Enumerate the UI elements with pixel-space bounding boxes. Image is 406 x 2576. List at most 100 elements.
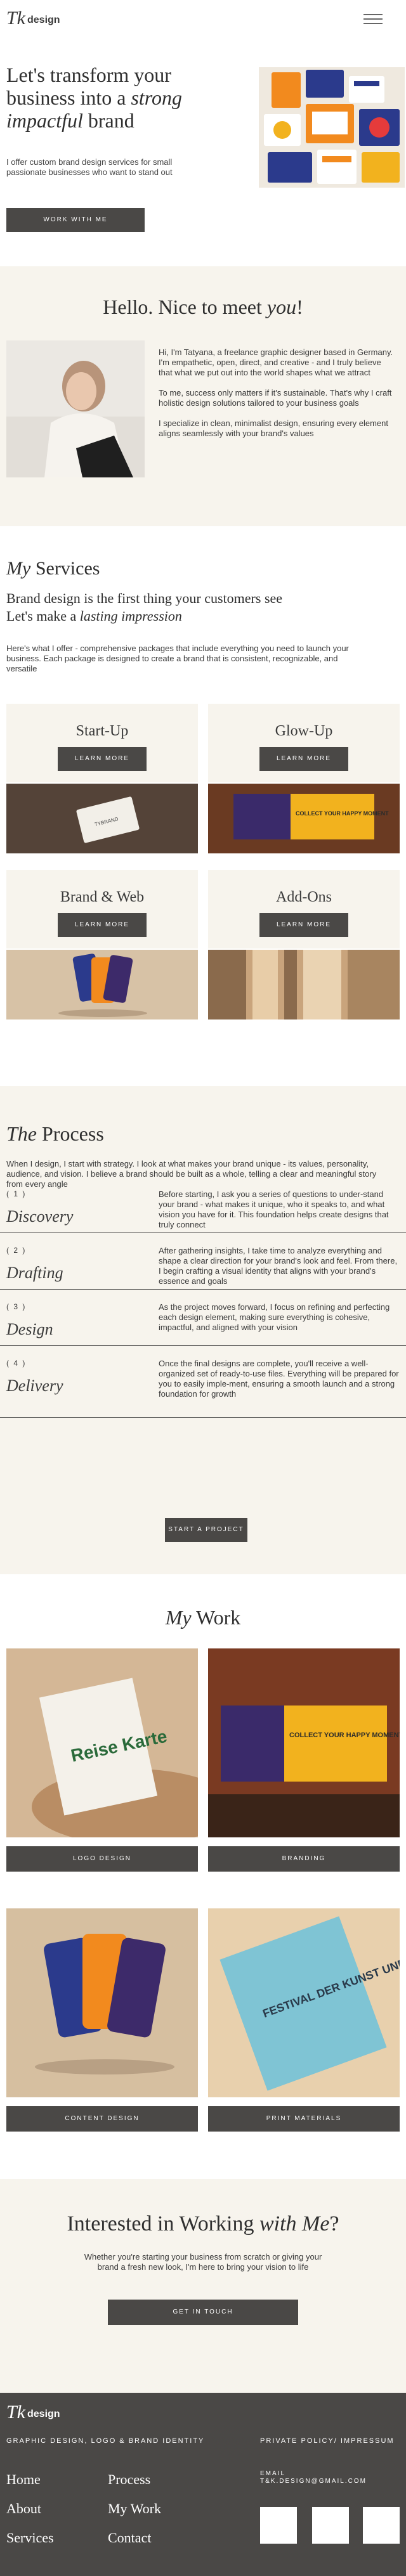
- site-footer: Tk design Graphic design, logo & brand i…: [0, 2393, 406, 2576]
- footer-nav-about[interactable]: About: [6, 2501, 41, 2517]
- phone-mockup-image: [6, 950, 198, 1019]
- step-description: Once the final designs are complete, you…: [159, 1359, 399, 1399]
- hero-title: Let's transform your business into a str…: [6, 63, 235, 132]
- footer-nav-process[interactable]: Process: [108, 2471, 150, 2488]
- services-subtitle-part: Let's make a: [6, 608, 80, 624]
- service-card-add-ons: Add-Ons Learn more: [208, 870, 400, 948]
- work-with-me-button[interactable]: Work with me: [6, 208, 145, 232]
- step-number: ( 1 ): [6, 1189, 27, 1198]
- hero-title-part: brand: [82, 109, 134, 132]
- step-divider: [0, 1289, 406, 1290]
- about-section: Hello. Nice to meet you! Hi, I'm Tatyana…: [0, 266, 406, 526]
- contact-title-part: Interested in Working: [67, 2212, 259, 2236]
- services-title-emphasis: My: [6, 558, 31, 579]
- work-title-emphasis: My: [165, 1606, 192, 1629]
- footer-logo[interactable]: Tk design: [6, 2403, 60, 2422]
- about-title-part: Hello. Nice to meet: [103, 295, 267, 318]
- print-materials-button[interactable]: Print materials: [208, 2106, 400, 2132]
- step-number: ( 3 ): [6, 1302, 27, 1311]
- logo-word: design: [27, 15, 60, 25]
- shadow-interior-image: [208, 950, 400, 1019]
- business-card-mockup-image: TYBRAND: [6, 784, 198, 853]
- step-description: Before starting, I ask you a series of q…: [159, 1189, 389, 1229]
- email-link[interactable]: t&k.design@gmail.com: [260, 2478, 367, 2485]
- branding-button[interactable]: Branding: [208, 1846, 400, 1872]
- branding-image[interactable]: COLLECT YOUR HAPPY MOMENT: [208, 1648, 400, 1837]
- content-design-image[interactable]: [6, 1908, 198, 2097]
- step-number: ( 4 ): [6, 1359, 27, 1368]
- service-title: Start-Up: [75, 723, 129, 739]
- services-subtitle-emphasis: lasting impression: [79, 608, 182, 624]
- about-title-part: !: [296, 295, 303, 318]
- service-title: Add-Ons: [276, 889, 332, 905]
- services-title-part: Services: [30, 558, 100, 579]
- step-description: After gathering insights, I take time to…: [159, 1246, 398, 1286]
- about-text: Hi, I'm Tatyana, a freelance graphic des…: [159, 347, 396, 449]
- service-card-start-up: Start-Up Learn more: [6, 704, 198, 782]
- step-divider: [0, 1345, 406, 1346]
- step-description: As the project moves forward, I focus on…: [159, 1302, 390, 1332]
- step-name: Design: [6, 1320, 53, 1338]
- pinterest-icon[interactable]: [312, 2507, 349, 2544]
- service-card-glow-up: Glow-Up Learn more: [208, 704, 400, 782]
- print-materials-image[interactable]: FESTIVAL DER KUNST UND KULTUR: [208, 1908, 400, 2097]
- service-card-brand-web: Brand & Web Learn more: [6, 870, 198, 948]
- services-title: My Services: [6, 558, 100, 579]
- footer-nav-home[interactable]: Home: [6, 2471, 41, 2488]
- step-name: Drafting: [6, 1264, 63, 1282]
- process-title-part: Process: [37, 1122, 104, 1145]
- content-design-button[interactable]: Content design: [6, 2106, 198, 2132]
- site-logo[interactable]: Tk design: [6, 5, 60, 28]
- about-paragraph: I specialize in clean, minimalist design…: [159, 418, 389, 438]
- footer-nav-services[interactable]: Services: [6, 2530, 54, 2546]
- logo-word: design: [27, 2409, 60, 2419]
- about-paragraph: Hi, I'm Tatyana, a freelance graphic des…: [159, 347, 393, 377]
- about-paragraph: To me, success only matters if it's sust…: [159, 388, 392, 408]
- email-label: Email: [260, 2470, 286, 2477]
- mockup-banner-text: COLLECT YOUR HAPPY MOMENT: [296, 810, 389, 817]
- logo-design-image[interactable]: Reise Karte: [6, 1648, 198, 1837]
- get-in-touch-button[interactable]: Get in touch: [108, 2300, 298, 2325]
- service-title: Brand & Web: [60, 889, 145, 905]
- footer-nav-contact[interactable]: Contact: [108, 2530, 151, 2546]
- step-name: Delivery: [6, 1376, 63, 1395]
- learn-more-button[interactable]: Learn more: [259, 747, 348, 771]
- hero-description: I offer custom brand design services for…: [6, 157, 173, 177]
- about-title: Hello. Nice to meet you!: [0, 295, 406, 319]
- step-divider: [0, 1417, 406, 1418]
- services-subtitle: Brand design is the first thing your cus…: [6, 590, 362, 625]
- process-section: The Process When I design, I start with …: [0, 1086, 406, 1574]
- contact-section: Interested in Working with Me? Whether y…: [0, 2179, 406, 2393]
- process-title: The Process: [6, 1122, 104, 1146]
- contact-title: Interested in Working with Me?: [0, 2212, 406, 2236]
- service-title: Glow-Up: [275, 723, 333, 739]
- logo-mark: Tk: [6, 2402, 25, 2423]
- hero-brand-mockup-image: [259, 67, 405, 188]
- process-title-emphasis: The: [6, 1122, 37, 1145]
- instagram-icon[interactable]: [260, 2507, 297, 2544]
- site-header: Tk design: [0, 0, 406, 38]
- mockup-banner-text: COLLECT YOUR HAPPY MOMENT: [289, 1731, 400, 1739]
- contact-title-part: ?: [329, 2212, 339, 2236]
- step-name: Discovery: [6, 1207, 74, 1226]
- billboard-mockup-image: COLLECT YOUR HAPPY MOMENT: [208, 784, 400, 853]
- step-number: ( 2 ): [6, 1246, 27, 1255]
- hamburger-menu-icon[interactable]: [363, 14, 383, 25]
- services-subtitle-line: Brand design is the first thing your cus…: [6, 590, 283, 606]
- work-title: My Work: [0, 1606, 406, 1629]
- learn-more-button[interactable]: Learn more: [259, 913, 348, 937]
- logo-mark: Tk: [6, 8, 25, 29]
- footer-tagline: Graphic design, logo & brand identity: [6, 2437, 205, 2445]
- learn-more-button[interactable]: Learn more: [58, 747, 147, 771]
- logo-design-button[interactable]: Logo design: [6, 1846, 198, 1872]
- start-a-project-button[interactable]: Start a project: [165, 1518, 247, 1542]
- contact-title-emphasis: with Me: [259, 2212, 330, 2236]
- designer-portrait-photo: [6, 340, 145, 477]
- about-title-emphasis: you: [266, 295, 297, 318]
- privacy-policy-link[interactable]: Private policy/ Impressum: [260, 2437, 395, 2445]
- footer-nav-my-work[interactable]: My Work: [108, 2501, 161, 2517]
- learn-more-button[interactable]: Learn more: [58, 913, 147, 937]
- work-title-part: Work: [191, 1606, 241, 1629]
- contact-text: Whether you're starting your business fr…: [84, 2252, 322, 2272]
- linkedin-icon[interactable]: [363, 2507, 400, 2544]
